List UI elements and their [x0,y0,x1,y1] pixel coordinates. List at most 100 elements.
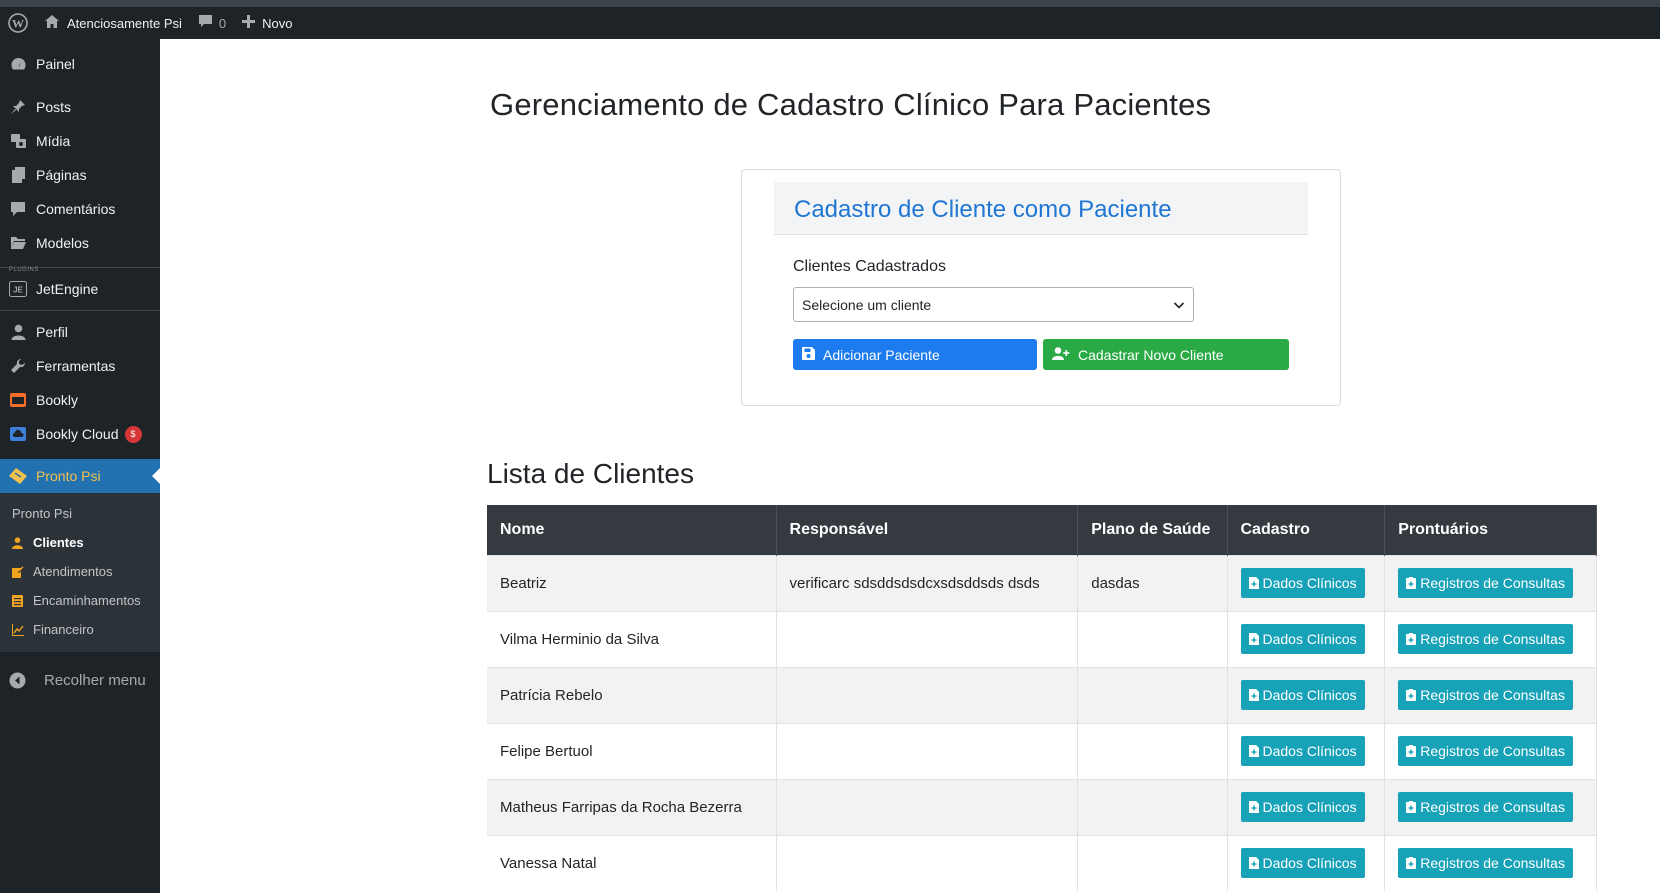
menu-item-midia[interactable]: Mídia [0,124,160,158]
clinical-data-label: Dados Clínicos [1262,687,1357,703]
page-title: Gerenciamento de Cadastro Clínico Para P… [490,87,1212,122]
cell-nome: Vilma Herminio da Silva [487,610,777,667]
menu-item-perfil[interactable]: Perfil [0,315,160,349]
clinical-data-button[interactable]: Dados Clínicos [1240,680,1365,710]
clipboard-plus-icon [1406,801,1417,813]
cell-plano [1077,722,1228,779]
submenu-item-pronto-psi[interactable]: Pronto Psi [0,499,160,528]
cell-cadastro: Dados Clínicos [1227,722,1386,779]
file-plus-icon [1248,689,1259,701]
add-patient-button[interactable]: Adicionar Paciente [793,339,1037,370]
site-name-link[interactable]: Atenciosamente Psi [36,7,190,39]
add-patient-label: Adicionar Paciente [823,346,940,363]
consultation-records-label: Registros de Consultas [1420,575,1565,591]
column-header-prontuarios: Prontuários [1384,505,1597,555]
submenu-item-encaminhamentos[interactable]: Encaminhamentos [0,586,160,615]
menu-label: Mídia [36,133,71,149]
column-header-nome: Nome [487,505,777,555]
cell-cadastro: Dados Clínicos [1227,778,1386,835]
menu-item-painel[interactable]: Painel [0,47,160,81]
clinical-data-button[interactable]: Dados Clínicos [1240,848,1365,879]
table-row: Patrícia Rebelo Dados Clínicos Registros… [487,666,1597,723]
file-plus-icon [1248,633,1259,645]
card-title: Cadastro de Cliente como Paciente [794,196,1172,223]
dashboard-icon [9,55,27,73]
consultation-records-button[interactable]: Registros de Consultas [1398,568,1573,598]
cell-cadastro: Dados Clínicos [1227,554,1386,611]
comments-count: 0 [218,15,227,31]
clients-list-title: Lista de Clientes [487,458,695,489]
menu-label: Painel [36,56,75,72]
collapse-menu-button[interactable]: Recolher menu [0,660,160,700]
cell-responsavel [776,778,1079,835]
admin-sidebar: Painel Posts Mídia Páginas Comentários M… [0,39,160,893]
clipboard-plus-icon [1406,745,1417,757]
jetengine-icon: JE [9,280,27,298]
cell-prontuarios: Registros de Consultas [1384,722,1597,779]
save-icon [802,346,823,363]
menu-item-modelos[interactable]: Modelos [0,226,160,260]
menu-item-comentarios[interactable]: Comentários [0,192,160,226]
consultation-records-button[interactable]: Registros de Consultas [1398,680,1573,710]
menu-item-pronto-psi[interactable]: Pronto Psi [0,459,160,493]
clients-table-body: Beatriz verificarc sdsddsdsdcxsdsddsds d… [487,554,1597,891]
clinical-data-button[interactable]: Dados Clínicos [1240,568,1365,598]
comments-link[interactable]: 0 [190,7,234,39]
consultation-records-button[interactable]: Registros de Consultas [1398,736,1573,766]
clinical-data-button[interactable]: Dados Clínicos [1240,624,1365,654]
consultation-records-label: Registros de Consultas [1420,743,1565,759]
clients-select-label: Clientes Cadastrados [793,258,946,275]
clipboard-plus-icon [1406,577,1417,589]
submenu-item-clientes[interactable]: Clientes [0,528,160,557]
clinical-data-button[interactable]: Dados Clínicos [1240,736,1365,766]
submenu-item-atendimentos[interactable]: Atendimentos [0,557,160,586]
submenu-item-financeiro[interactable]: Financeiro [0,615,160,644]
menu-item-posts[interactable]: Posts [0,90,160,124]
comment-icon [9,200,27,218]
collapse-label: Recolher menu [44,671,146,689]
menu-item-paginas[interactable]: Páginas [0,158,160,192]
cell-cadastro: Dados Clínicos [1227,834,1386,891]
client-select-value: Selecione um cliente [802,296,932,313]
cell-plano [1077,778,1228,835]
svg-text:JE: JE [13,286,23,295]
consultation-records-button[interactable]: Registros de Consultas [1398,848,1573,879]
consultation-records-label: Registros de Consultas [1420,799,1565,815]
table-row: Matheus Farripas da Rocha Bezerra Dados … [487,778,1597,835]
cell-nome: Patrícia Rebelo [487,666,777,723]
clinical-data-button[interactable]: Dados Clínicos [1240,792,1365,822]
menu-item-bookly[interactable]: Bookly [0,383,160,417]
calendar-icon [9,391,27,409]
user-icon [12,536,26,549]
consultation-records-label: Registros de Consultas [1420,631,1565,647]
consultation-records-button[interactable]: Registros de Consultas [1398,624,1573,654]
cell-cadastro: Dados Clínicos [1227,610,1386,667]
media-icon [9,132,27,150]
plus-icon [242,15,256,31]
table-row: Felipe Bertuol Dados Clínicos Registros … [487,722,1597,779]
menu-label: Modelos [36,235,89,251]
menu-label: Bookly Cloud [36,426,119,442]
menu-item-bookly-cloud[interactable]: Bookly Cloud $ [0,417,160,451]
pin-icon [9,98,27,116]
cell-cadastro: Dados Clínicos [1227,666,1386,723]
table-header-row: Nome Responsável Plano de Saúde Cadastro… [487,505,1597,555]
menu-label: Ferramentas [36,358,116,374]
register-new-client-button[interactable]: Cadastrar Novo Cliente [1043,339,1289,370]
consultation-records-button[interactable]: Registros de Consultas [1398,792,1573,822]
cell-prontuarios: Registros de Consultas [1384,834,1597,891]
client-select[interactable]: Selecione um cliente [793,287,1194,322]
cell-plano [1077,610,1228,667]
main-content: Gerenciamento de Cadastro Clínico Para P… [160,39,1660,893]
cell-prontuarios: Registros de Consultas [1384,778,1597,835]
card-header: Cadastro de Cliente como Paciente [774,182,1308,235]
new-content-link[interactable]: Novo [234,7,300,39]
pages-icon [9,166,27,184]
table-row: Beatriz verificarc sdsddsdsdcxsdsddsds d… [487,554,1597,611]
clients-table: Nome Responsável Plano de Saúde Cadastro… [487,505,1597,891]
update-badge: $ [124,425,142,443]
menu-item-ferramentas[interactable]: Ferramentas [0,349,160,383]
menu-item-jetengine[interactable]: PLUGINS JE JetEngine [0,267,160,306]
chart-icon [12,623,26,636]
wordpress-logo-icon[interactable]: W [0,7,36,39]
